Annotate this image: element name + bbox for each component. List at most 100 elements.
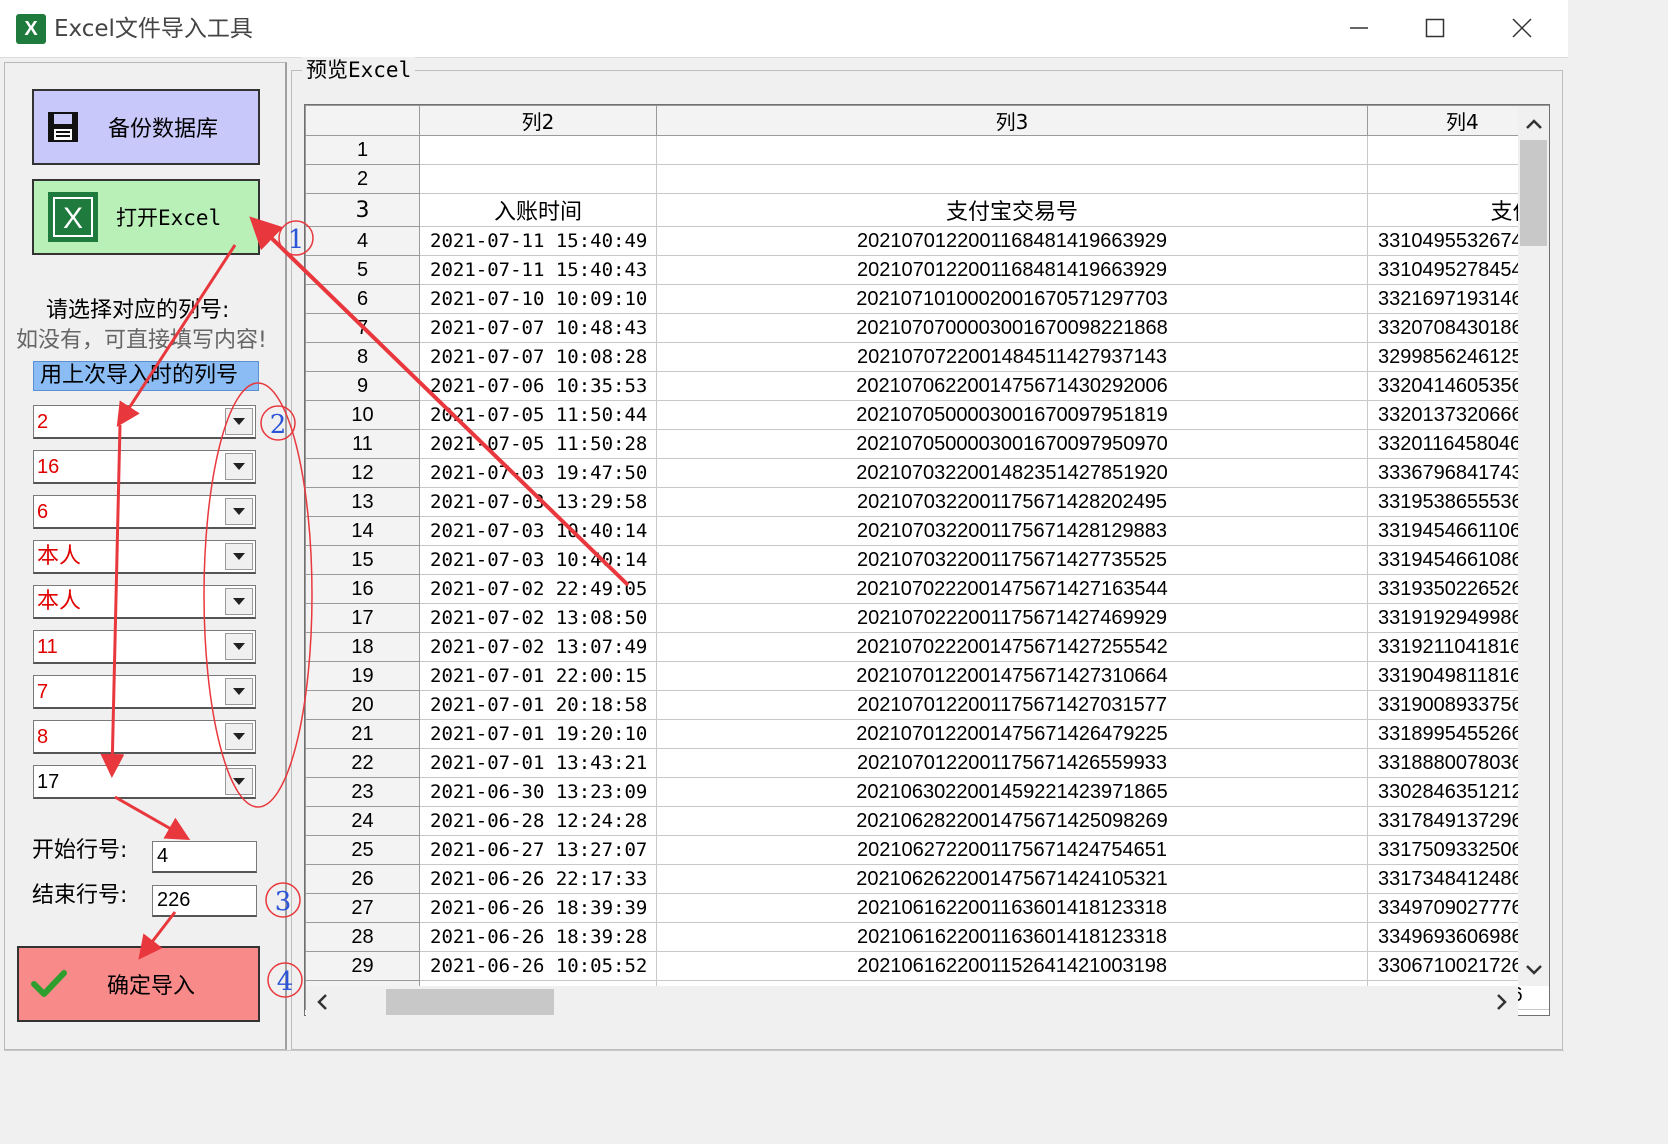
table-row[interactable]: 15 2021-07-03 10:40:14 2021070322001175671… — [305, 545, 1549, 575]
maximize-button[interactable] — [1406, 8, 1464, 48]
row-number-cell[interactable]: 15 — [305, 545, 420, 575]
column-combo-7[interactable]: 7 — [33, 675, 256, 709]
horizontal-scroll-thumb[interactable] — [386, 989, 554, 1015]
table-cell[interactable] — [656, 164, 1368, 194]
table-row[interactable]: 22 2021-07-01 13:43:21 2021070122001175671… — [305, 748, 1549, 778]
table-row[interactable]: 24 2021-06-28 12:24:28 2021062822001475671… — [305, 806, 1549, 836]
table-cell[interactable]: 2021070122001475671426479225 — [656, 719, 1368, 749]
table-cell[interactable]: 2021-07-05 11:50:28 — [419, 429, 657, 459]
use-last-columns-button[interactable]: 用上次导入时的列号 — [33, 361, 259, 391]
table-cell[interactable]: 2021070322001175671428202495 — [656, 487, 1368, 517]
table-cell[interactable]: 2021-07-01 19:20:10 — [419, 719, 657, 749]
table-cell[interactable]: 2021-07-01 13:43:21 — [419, 748, 657, 778]
row-number-cell[interactable]: 7 — [305, 313, 420, 343]
row-number-cell[interactable]: 27 — [305, 893, 420, 923]
scroll-left-icon[interactable] — [310, 990, 334, 1014]
table-cell[interactable] — [656, 135, 1368, 165]
table-cell[interactable]: 2021070622001475671430292006 — [656, 371, 1368, 401]
table-cell[interactable]: 2021-07-07 10:08:28 — [419, 342, 657, 372]
table-cell[interactable]: 2021-07-07 10:48:43 — [419, 313, 657, 343]
table-row[interactable]: 6 2021-07-10 10:09:10 20210710100020016705… — [305, 284, 1549, 314]
dropdown-button[interactable] — [225, 723, 253, 750]
table-cell[interactable]: 2021-07-05 11:50:44 — [419, 400, 657, 430]
row-number-cell[interactable]: 28 — [305, 922, 420, 952]
column-combo-3[interactable]: 6 — [33, 495, 256, 529]
dropdown-button[interactable] — [225, 633, 253, 660]
table-row[interactable]: 17 2021-07-02 13:08:50 2021070222001175671… — [305, 603, 1549, 633]
table-cell[interactable]: 2021070700003001670098221868 — [656, 313, 1368, 343]
table-cell[interactable]: 2021-07-03 10:40:14 — [419, 545, 657, 575]
table-cell[interactable]: 2021-07-01 22:00:15 — [419, 661, 657, 691]
table-row[interactable]: 21 2021-07-01 19:20:10 2021070122001475671… — [305, 719, 1549, 749]
table-row[interactable]: 2 — [305, 164, 1549, 194]
row-number-cell[interactable]: 20 — [305, 690, 420, 720]
table-row[interactable]: 1 — [305, 135, 1549, 165]
row-number-cell[interactable]: 8 — [305, 342, 420, 372]
table-cell[interactable]: 2021-07-03 13:29:58 — [419, 487, 657, 517]
row-number-cell[interactable]: 9 — [305, 371, 420, 401]
table-cell[interactable]: 入账时间 — [419, 193, 657, 227]
table-cell[interactable]: 2021-07-10 10:09:10 — [419, 284, 657, 314]
start-row-input[interactable]: 4 — [152, 841, 257, 873]
table-cell[interactable]: 2021070122001175671426559933 — [656, 748, 1368, 778]
dropdown-button[interactable] — [225, 498, 253, 525]
table-row[interactable]: 11 2021-07-05 11:50:28 2021070500003001670… — [305, 429, 1549, 459]
row-number-cell[interactable]: 19 — [305, 661, 420, 691]
row-number-cell[interactable]: 13 — [305, 487, 420, 517]
column-combo-2[interactable]: 16 — [33, 450, 256, 484]
table-cell[interactable]: 2021070722001484511427937143 — [656, 342, 1368, 372]
scroll-down-icon[interactable] — [1522, 958, 1546, 982]
row-number-cell[interactable]: 29 — [305, 951, 420, 981]
table-cell[interactable]: 2021070122001168481419663929 — [656, 255, 1368, 285]
close-button[interactable] — [1493, 8, 1551, 48]
table-cell[interactable]: 2021070222001475671427163544 — [656, 574, 1368, 604]
table-row[interactable]: 26 2021-06-26 22:17:33 2021062622001475671… — [305, 864, 1549, 894]
row-number-cell[interactable]: 14 — [305, 516, 420, 546]
table-cell[interactable]: 2021061622001163601418123318 — [656, 922, 1368, 952]
row-number-cell[interactable]: 24 — [305, 806, 420, 836]
table-row[interactable]: 18 2021-07-02 13:07:49 2021070222001475671… — [305, 632, 1549, 662]
table-cell[interactable]: 2021070500003001670097951819 — [656, 400, 1368, 430]
row-number-cell[interactable]: 5 — [305, 255, 420, 285]
table-cell[interactable]: 2021-07-11 15:40:43 — [419, 255, 657, 285]
table-row[interactable]: 25 2021-06-27 13:27:07 2021062722001175671… — [305, 835, 1549, 865]
table-cell[interactable]: 2021070222001175671427469929 — [656, 603, 1368, 633]
row-number-cell[interactable]: 11 — [305, 429, 420, 459]
minimize-button[interactable] — [1330, 8, 1388, 48]
row-number-cell[interactable]: 17 — [305, 603, 420, 633]
scroll-right-icon[interactable] — [1490, 990, 1514, 1014]
table-cell[interactable]: 2021062622001475671424105321 — [656, 864, 1368, 894]
table-row[interactable]: 20 2021-07-01 20:18:58 2021070122001175671… — [305, 690, 1549, 720]
table-row[interactable]: 7 2021-07-07 10:48:43 20210707000030016700… — [305, 313, 1549, 343]
column-header[interactable]: 列2 — [419, 105, 657, 136]
table-row[interactable]: 27 2021-06-26 18:39:39 2021061622001163601… — [305, 893, 1549, 923]
table-cell[interactable]: 2021-07-03 10:40:14 — [419, 516, 657, 546]
table-cell[interactable]: 2021062722001175671424754651 — [656, 835, 1368, 865]
table-row[interactable]: 29 2021-06-26 10:05:52 2021061622001152641… — [305, 951, 1549, 981]
column-combo-1[interactable]: 2 — [33, 405, 256, 439]
table-row[interactable]: 4 2021-07-11 15:40:49 20210701220011684814… — [305, 226, 1549, 256]
row-number-cell[interactable]: 4 — [305, 226, 420, 256]
confirm-import-button[interactable]: 确定导入 — [17, 946, 260, 1022]
table-cell[interactable]: 2021070322001175671427735525 — [656, 545, 1368, 575]
table-cell[interactable]: 2021071010002001670571297703 — [656, 284, 1368, 314]
row-number-cell[interactable]: 1 — [305, 135, 420, 165]
row-number-cell[interactable]: 16 — [305, 574, 420, 604]
table-cell[interactable]: 2021-07-01 20:18:58 — [419, 690, 657, 720]
end-row-input[interactable]: 226 — [152, 885, 257, 917]
table-cell[interactable]: 2021-07-02 13:08:50 — [419, 603, 657, 633]
table-row[interactable]: 8 2021-07-07 10:08:28 20210707220014845114… — [305, 342, 1549, 372]
table-row[interactable]: 14 2021-07-03 10:40:14 2021070322001175671… — [305, 516, 1549, 546]
table-row[interactable]: 9 2021-07-06 10:35:53 20210706220014756714… — [305, 371, 1549, 401]
table-cell[interactable]: 2021070122001175671427031577 — [656, 690, 1368, 720]
table-cell[interactable]: 2021-07-02 22:49:05 — [419, 574, 657, 604]
dropdown-button[interactable] — [225, 453, 253, 480]
table-cell[interactable] — [419, 135, 657, 165]
backup-database-button[interactable]: 备份数据库 — [32, 89, 260, 165]
vertical-scroll-thumb[interactable] — [1520, 140, 1547, 246]
column-header[interactable]: 列3 — [656, 105, 1368, 136]
table-cell[interactable]: 2021061622001152641421003198 — [656, 951, 1368, 981]
table-cell[interactable]: 支付宝交易号 — [656, 193, 1368, 227]
dropdown-button[interactable] — [225, 543, 253, 570]
table-row[interactable]: 23 2021-06-30 13:23:09 2021063022001459221… — [305, 777, 1549, 807]
